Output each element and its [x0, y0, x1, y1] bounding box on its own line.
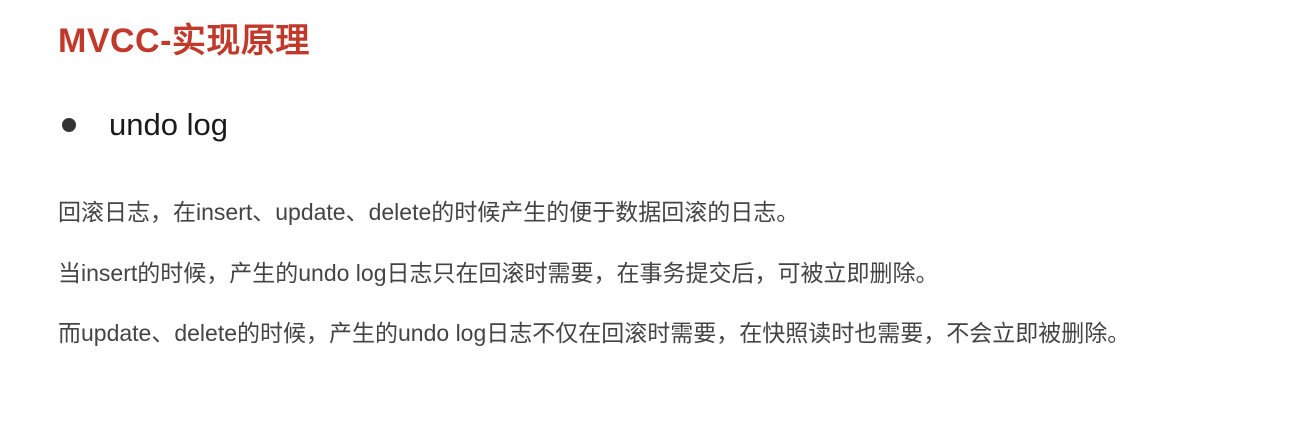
bullet-dot-icon [62, 118, 76, 132]
paragraph-rollback-log: 回滚日志，在insert、update、delete的时候产生的便于数据回滚的日… [58, 199, 800, 225]
page-title: MVCC-实现原理 [58, 22, 310, 60]
paragraph-insert: 当insert的时候，产生的undo log日志只在回滚时需要，在事务提交后，可… [58, 260, 939, 286]
paragraph-update-delete: 而update、delete的时候，产生的undo log日志不仅在回滚时需要，… [58, 320, 1131, 346]
bullet-item: undo log [58, 104, 228, 146]
bullet-text: undo log [109, 107, 228, 142]
slide: MVCC-实现原理 undo log 回滚日志，在insert、update、d… [0, 0, 1315, 423]
